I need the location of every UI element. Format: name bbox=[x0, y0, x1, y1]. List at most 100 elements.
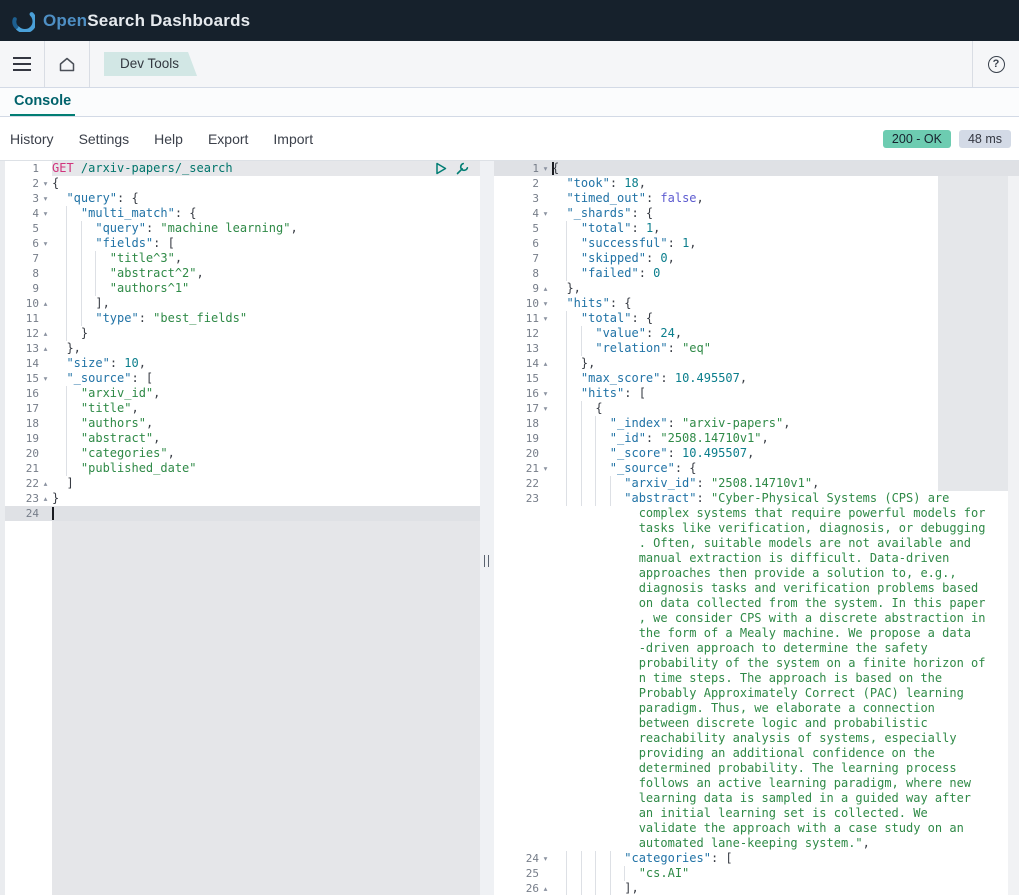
response-line-wrap[interactable]: an initial learning set is collected. We bbox=[494, 806, 1019, 821]
fold-expand-icon[interactable]: ▴ bbox=[539, 356, 552, 371]
response-line-wrap[interactable]: validate the approach with a case study … bbox=[494, 821, 1019, 836]
request-line-14[interactable]: 14 "size": 10, bbox=[5, 356, 480, 371]
request-line-24[interactable]: 24 bbox=[5, 506, 480, 521]
response-line-22[interactable]: 22 "arxiv_id": "2508.14710v1", bbox=[494, 476, 1019, 491]
response-line-wrap[interactable]: follows an active learning paradigm, whe… bbox=[494, 776, 1019, 791]
fold-expand-icon[interactable]: ▴ bbox=[39, 341, 52, 356]
fold-expand-icon[interactable]: ▴ bbox=[39, 326, 52, 341]
menu-item-export[interactable]: Export bbox=[208, 131, 248, 147]
request-line-18[interactable]: 18 "authors", bbox=[5, 416, 480, 431]
panel-splitter[interactable] bbox=[480, 161, 494, 895]
request-line-8[interactable]: 8 "abstract^2", bbox=[5, 266, 480, 281]
response-line-25[interactable]: 25 "cs.AI" bbox=[494, 866, 1019, 881]
response-line-9[interactable]: 9 ▴ }, bbox=[494, 281, 1019, 296]
fold-expand-icon[interactable]: ▴ bbox=[39, 296, 52, 311]
response-line-wrap[interactable]: on data collected from the system. In th… bbox=[494, 596, 1019, 611]
response-line-21[interactable]: 21 ▾ "_source": { bbox=[494, 461, 1019, 476]
menu-item-settings[interactable]: Settings bbox=[79, 131, 130, 147]
request-line-9[interactable]: 9 "authors^1" bbox=[5, 281, 480, 296]
response-line-7[interactable]: 7 "skipped": 0, bbox=[494, 251, 1019, 266]
request-line-16[interactable]: 16 "arxiv_id", bbox=[5, 386, 480, 401]
response-line-18[interactable]: 18 "_index": "arxiv-papers", bbox=[494, 416, 1019, 431]
response-line-wrap[interactable]: manual extraction is difficult. Data-dri… bbox=[494, 551, 1019, 566]
menu-button[interactable] bbox=[0, 41, 44, 87]
response-line-wrap[interactable]: the form of a Mealy machine. We propose … bbox=[494, 626, 1019, 641]
response-line-14[interactable]: 14 ▴ }, bbox=[494, 356, 1019, 371]
fold-collapse-icon[interactable]: ▾ bbox=[39, 206, 52, 221]
home-button[interactable] bbox=[45, 41, 89, 87]
request-line-19[interactable]: 19 "abstract", bbox=[5, 431, 480, 446]
request-editor-empty-area[interactable] bbox=[5, 521, 480, 895]
fold-collapse-icon[interactable]: ▾ bbox=[39, 176, 52, 191]
response-line-12[interactable]: 12 "value": 24, bbox=[494, 326, 1019, 341]
request-line-7[interactable]: 7 "title^3", bbox=[5, 251, 480, 266]
response-line-26[interactable]: 26 ▴ ], bbox=[494, 881, 1019, 895]
request-line-5[interactable]: 5 "query": "machine learning", bbox=[5, 221, 480, 236]
request-line-20[interactable]: 20 "categories", bbox=[5, 446, 480, 461]
request-line-12[interactable]: 12 ▴ } bbox=[5, 326, 480, 341]
fold-collapse-icon[interactable]: ▾ bbox=[39, 236, 52, 251]
request-line-11[interactable]: 11 "type": "best_fields" bbox=[5, 311, 480, 326]
response-line-wrap[interactable]: determined probability. The learning pro… bbox=[494, 761, 1019, 776]
breadcrumb[interactable]: Dev Tools bbox=[104, 52, 197, 76]
response-line-10[interactable]: 10 ▾ "hits": { bbox=[494, 296, 1019, 311]
send-request-button[interactable] bbox=[433, 161, 448, 176]
response-line-16[interactable]: 16 ▾ "hits": [ bbox=[494, 386, 1019, 401]
fold-collapse-icon[interactable]: ▾ bbox=[539, 851, 552, 866]
fold-expand-icon[interactable]: ▴ bbox=[539, 881, 552, 895]
fold-expand-icon[interactable]: ▴ bbox=[539, 281, 552, 296]
response-line-wrap[interactable]: probability of the system on a finite ho… bbox=[494, 656, 1019, 671]
help-button[interactable]: ? bbox=[973, 41, 1019, 87]
menu-item-history[interactable]: History bbox=[10, 131, 54, 147]
request-line-23[interactable]: 23 ▴} bbox=[5, 491, 480, 506]
response-line-1[interactable]: 1 ▾{ bbox=[494, 161, 1019, 176]
response-line-8[interactable]: 8 "failed": 0 bbox=[494, 266, 1019, 281]
fold-expand-icon[interactable]: ▴ bbox=[39, 491, 52, 506]
request-line-4[interactable]: 4 ▾ "multi_match": { bbox=[5, 206, 480, 221]
response-line-wrap[interactable]: learning data is sampled in a guided way… bbox=[494, 791, 1019, 806]
request-editor[interactable]: 1 GET /arxiv-papers/_search 2 ▾{3 ▾ "query":… bbox=[0, 161, 480, 895]
request-line-1[interactable]: 1 GET /arxiv-papers/_search bbox=[5, 161, 480, 176]
response-line-23[interactable]: 23 "abstract": "Cyber-Physical Systems (… bbox=[494, 491, 1019, 506]
response-line-20[interactable]: 20 "_score": 10.495507, bbox=[494, 446, 1019, 461]
request-line-2[interactable]: 2 ▾{ bbox=[5, 176, 480, 191]
request-line-6[interactable]: 6 ▾ "fields": [ bbox=[5, 236, 480, 251]
response-line-wrap[interactable]: paradigm. Thus, we elaborate a connectio… bbox=[494, 701, 1019, 716]
fold-collapse-icon[interactable]: ▾ bbox=[539, 296, 552, 311]
fold-collapse-icon[interactable]: ▾ bbox=[539, 386, 552, 401]
response-line-wrap[interactable]: tasks like verification, diagnosis, or d… bbox=[494, 521, 1019, 536]
fold-collapse-icon[interactable]: ▾ bbox=[539, 401, 552, 416]
response-line-11[interactable]: 11 ▾ "total": { bbox=[494, 311, 1019, 326]
response-line-wrap[interactable]: Probably Approximately Correct (PAC) lea… bbox=[494, 686, 1019, 701]
fold-collapse-icon[interactable]: ▾ bbox=[539, 206, 552, 221]
response-line-wrap[interactable]: providing an additional confidence on th… bbox=[494, 746, 1019, 761]
request-line-10[interactable]: 10 ▴ ], bbox=[5, 296, 480, 311]
response-line-19[interactable]: 19 "_id": "2508.14710v1", bbox=[494, 431, 1019, 446]
fold-collapse-icon[interactable]: ▾ bbox=[539, 311, 552, 326]
response-line-24[interactable]: 24 ▾ "categories": [ bbox=[494, 851, 1019, 866]
response-viewer[interactable]: 1 ▾{2 "took": 18, 3 "timed_out": false, 4 ▾ … bbox=[494, 161, 1019, 895]
menu-item-import[interactable]: Import bbox=[273, 131, 313, 147]
response-line-wrap[interactable]: between discrete logic and probabilistic bbox=[494, 716, 1019, 731]
fold-collapse-icon[interactable]: ▾ bbox=[539, 161, 552, 176]
fold-collapse-icon[interactable]: ▾ bbox=[39, 191, 52, 206]
request-line-17[interactable]: 17 "title", bbox=[5, 401, 480, 416]
response-line-2[interactable]: 2 "took": 18, bbox=[494, 176, 1019, 191]
response-line-17[interactable]: 17 ▾ { bbox=[494, 401, 1019, 416]
response-line-4[interactable]: 4 ▾ "_shards": { bbox=[494, 206, 1019, 221]
response-line-13[interactable]: 13 "relation": "eq" bbox=[494, 341, 1019, 356]
request-line-13[interactable]: 13 ▴ }, bbox=[5, 341, 480, 356]
response-line-wrap[interactable]: reachability analysis of systems, especi… bbox=[494, 731, 1019, 746]
response-line-wrap[interactable]: automated lane-keeping system.", bbox=[494, 836, 1019, 851]
request-line-22[interactable]: 22 ▴ ] bbox=[5, 476, 480, 491]
request-line-3[interactable]: 3 ▾ "query": { bbox=[5, 191, 480, 206]
response-line-wrap[interactable]: , we consider CPS with a discrete abstra… bbox=[494, 611, 1019, 626]
response-line-wrap[interactable]: . Often, suitable models are not availab… bbox=[494, 536, 1019, 551]
response-line-wrap[interactable]: n time steps. The approach is based on t… bbox=[494, 671, 1019, 686]
response-line-wrap[interactable]: -driven approach to determine the safety bbox=[494, 641, 1019, 656]
response-line-wrap[interactable]: complex systems that require powerful mo… bbox=[494, 506, 1019, 521]
response-line-6[interactable]: 6 "successful": 1, bbox=[494, 236, 1019, 251]
menu-item-help[interactable]: Help bbox=[154, 131, 183, 147]
fold-collapse-icon[interactable]: ▾ bbox=[39, 371, 52, 386]
wrench-icon[interactable] bbox=[455, 161, 470, 176]
